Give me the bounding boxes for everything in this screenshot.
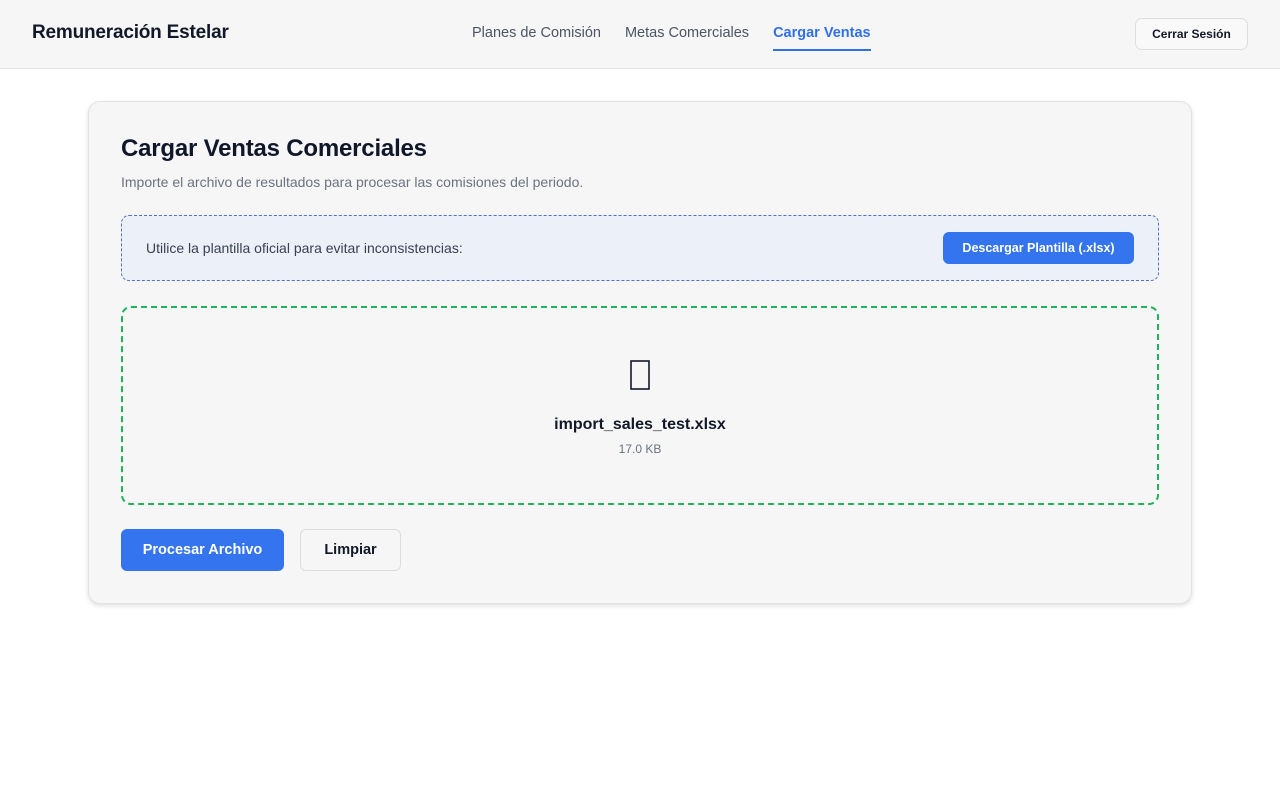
nav-item-planes-de-comision[interactable]: Planes de Comisión xyxy=(472,0,601,68)
file-dropzone[interactable]: import_sales_test.xlsx 17.0 KB xyxy=(121,306,1159,505)
file-size: 17.0 KB xyxy=(618,442,662,456)
upload-card: Cargar Ventas Comerciales Importe el arc… xyxy=(88,101,1192,604)
logout-button[interactable]: Cerrar Sesión xyxy=(1135,18,1248,50)
main-nav: Planes de Comisión Metas Comerciales Car… xyxy=(472,0,871,68)
download-template-button[interactable]: Descargar Plantilla (.xlsx) xyxy=(943,232,1134,264)
file-icon xyxy=(123,360,1157,395)
app-brand: Remuneración Estelar xyxy=(32,22,229,43)
process-file-button[interactable]: Procesar Archivo xyxy=(121,529,284,571)
page-title: Cargar Ventas Comerciales xyxy=(121,135,427,162)
template-notice-text: Utilice la plantilla oficial para evitar… xyxy=(146,240,463,256)
app-header: Remuneración Estelar Planes de Comisión … xyxy=(0,0,1280,69)
template-notice: Utilice la plantilla oficial para evitar… xyxy=(121,215,1159,281)
clear-button[interactable]: Limpiar xyxy=(300,529,401,571)
nav-item-cargar-ventas[interactable]: Cargar Ventas xyxy=(773,0,871,68)
page-subtitle: Importe el archivo de resultados para pr… xyxy=(121,174,584,190)
nav-item-metas-comerciales[interactable]: Metas Comerciales xyxy=(625,0,749,68)
file-name: import_sales_test.xlsx xyxy=(554,416,726,433)
